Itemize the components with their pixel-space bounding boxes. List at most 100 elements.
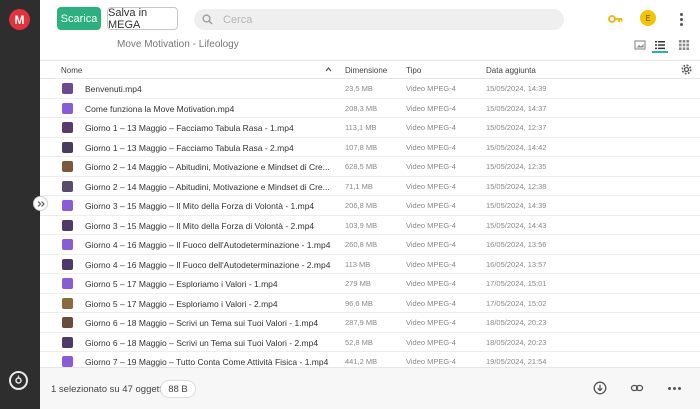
- key-icon[interactable]: [608, 11, 623, 29]
- video-thumbnail: [62, 336, 73, 348]
- file-size: 96,6 MB: [345, 298, 373, 308]
- column-header-date[interactable]: Data aggiunta: [486, 66, 536, 75]
- file-type: Video MPEG-4: [406, 103, 456, 113]
- file-type: Video MPEG-4: [406, 201, 456, 210]
- sort-ascending-icon[interactable]: [325, 66, 332, 75]
- thumbnail-view-icon[interactable]: [634, 38, 646, 56]
- file-date: 16/05/2024, 13:57: [486, 259, 547, 269]
- file-size: 206,8 MB: [345, 201, 378, 210]
- file-type: Video MPEG-4: [406, 337, 456, 347]
- file-date: 19/05/2024, 21:54: [486, 357, 547, 366]
- file-size: 208,3 MB: [345, 103, 378, 113]
- file-size: 71,1 MB: [345, 181, 373, 191]
- video-thumbnail: [62, 258, 73, 270]
- file-date: 15/05/2024, 12:37: [486, 123, 547, 132]
- file-name: Come funziona la Move Motivation.mp4: [85, 103, 235, 114]
- file-date: 15/05/2024, 14:42: [486, 142, 547, 152]
- table-row[interactable]: Benvenuti.mp4 23,5 MB Video MPEG-4 15/05/20…: [40, 79, 700, 99]
- search-icon: [202, 14, 213, 25]
- more-actions-icon[interactable]: [668, 387, 681, 390]
- file-date: 18/05/2024, 20:23: [486, 318, 547, 327]
- file-type: Video MPEG-4: [406, 259, 456, 269]
- file-size: 628,5 MB: [345, 162, 378, 171]
- table-row[interactable]: Giorno 4 – 16 Maggio – Il Fuoco dell'Aut…: [40, 255, 700, 274]
- file-name: Giorno 2 – 14 Maggio – Abitudini, Motiva…: [85, 162, 330, 172]
- file-size: 103,9 MB: [345, 220, 378, 230]
- save-to-mega-button[interactable]: Salva in MEGA: [107, 7, 178, 31]
- file-size: 287,9 MB: [345, 318, 378, 327]
- breadcrumb: Move Motivation - Lifeology: [117, 39, 239, 50]
- file-date: 15/05/2024, 14:43: [486, 220, 547, 230]
- column-settings-icon[interactable]: [681, 64, 692, 77]
- table-header: Nome Dimensione Tipo Data aggiunta: [40, 60, 700, 79]
- video-thumbnail: [62, 180, 73, 192]
- file-type: Video MPEG-4: [406, 162, 456, 171]
- file-name: Giorno 3 – 15 Maggio – Il Mito della For…: [85, 201, 315, 211]
- transfer-manager-icon[interactable]: [9, 371, 28, 390]
- file-size: 23,5 MB: [345, 84, 373, 93]
- file-size: 52,8 MB: [345, 337, 373, 347]
- file-size: 113 MB: [345, 259, 371, 269]
- file-date: 15/05/2024, 12:38: [486, 181, 547, 191]
- avatar[interactable]: E: [640, 10, 656, 26]
- table-row[interactable]: Giorno 2 – 14 Maggio – Abitudini, Motiva…: [40, 177, 700, 196]
- video-thumbnail: [62, 317, 73, 328]
- file-type: Video MPEG-4: [406, 220, 456, 230]
- file-date: 15/05/2024, 14:39: [486, 201, 547, 210]
- file-date: 17/05/2024, 15:02: [486, 298, 547, 308]
- file-name: Giorno 4 – 16 Maggio – Il Fuoco dell'Aut…: [85, 259, 331, 270]
- file-name: Benvenuti.mp4: [85, 84, 142, 94]
- table-row[interactable]: Giorno 4 – 16 Maggio – Il Fuoco dell'Aut…: [40, 235, 700, 255]
- file-date: 15/05/2024, 14:39: [486, 84, 547, 93]
- video-thumbnail: [62, 356, 73, 367]
- table-row[interactable]: Giorno 5 – 17 Maggio – Esploriamo i Valo…: [40, 294, 700, 313]
- video-thumbnail: [62, 239, 73, 250]
- video-thumbnail: [62, 122, 73, 133]
- link-icon[interactable]: [630, 381, 644, 400]
- list-view-icon[interactable]: [654, 38, 666, 56]
- table-row[interactable]: Giorno 6 – 18 Maggio – Scrivi un Tema su…: [40, 333, 700, 352]
- download-icon[interactable]: [593, 381, 607, 400]
- table-row[interactable]: Giorno 3 – 15 Maggio – Il Mito della For…: [40, 196, 700, 216]
- file-name: Giorno 2 – 14 Maggio – Abitudini, Motiva…: [85, 181, 330, 192]
- file-name: Giorno 6 – 18 Maggio – Scrivi un Tema su…: [85, 337, 319, 348]
- more-menu-icon[interactable]: [676, 10, 686, 28]
- file-name: Giorno 5 – 17 Maggio – Esploriamo i Valo…: [85, 279, 278, 289]
- video-thumbnail: [62, 102, 73, 114]
- table-row[interactable]: Come funziona la Move Motivation.mp4 208,…: [40, 99, 700, 118]
- video-thumbnail: [62, 200, 73, 211]
- file-name: Giorno 3 – 15 Maggio – Il Mito della For…: [85, 220, 315, 231]
- search-input[interactable]: [221, 12, 545, 27]
- column-header-name[interactable]: Nome: [61, 66, 82, 75]
- video-thumbnail: [62, 219, 73, 231]
- mega-logo[interactable]: M: [9, 9, 30, 30]
- file-size: 260,8 MB: [345, 240, 378, 249]
- table-row[interactable]: Giorno 1 – 13 Maggio – Facciamo Tabula R…: [40, 138, 700, 157]
- search-bar[interactable]: [194, 9, 564, 30]
- main-panel: Scarica Salva in MEGA E Move Motivation …: [40, 0, 700, 409]
- file-size: 107,8 MB: [345, 142, 378, 152]
- file-type: Video MPEG-4: [406, 357, 456, 366]
- table-row[interactable]: Giorno 1 – 13 Maggio – Facciamo Tabula R…: [40, 118, 700, 138]
- file-type: Video MPEG-4: [406, 142, 456, 152]
- table-row[interactable]: Giorno 6 – 18 Maggio – Scrivi un Tema su…: [40, 313, 700, 333]
- column-header-type[interactable]: Tipo: [406, 66, 421, 75]
- table-row[interactable]: Giorno 3 – 15 Maggio – Il Mito della For…: [40, 216, 700, 235]
- file-name: Giorno 4 – 16 Maggio – Il Fuoco dell'Aut…: [85, 240, 331, 250]
- file-name: Giorno 6 – 18 Maggio – Scrivi un Tema su…: [85, 318, 319, 328]
- video-thumbnail: [62, 83, 73, 94]
- expand-sidebar-button[interactable]: [33, 196, 48, 211]
- column-header-size[interactable]: Dimensione: [345, 66, 387, 75]
- download-button[interactable]: Scarica: [57, 7, 101, 30]
- file-type: Video MPEG-4: [406, 240, 456, 249]
- video-thumbnail: [62, 141, 73, 153]
- file-type: Video MPEG-4: [406, 279, 456, 288]
- file-date: 15/05/2024, 14:37: [486, 103, 547, 113]
- file-name: Giorno 1 – 13 Maggio – Facciamo Tabula R…: [85, 142, 294, 153]
- file-name: Giorno 1 – 13 Maggio – Facciamo Tabula R…: [85, 123, 294, 133]
- grid-view-icon[interactable]: [678, 38, 690, 56]
- table-row[interactable]: Giorno 2 – 14 Maggio – Abitudini, Motiva…: [40, 157, 700, 177]
- selection-footer: 1 selezionato su 47 oggetti 88 B: [40, 367, 700, 409]
- table-row[interactable]: Giorno 5 – 17 Maggio – Esploriamo i Valo…: [40, 274, 700, 294]
- video-thumbnail: [62, 297, 73, 309]
